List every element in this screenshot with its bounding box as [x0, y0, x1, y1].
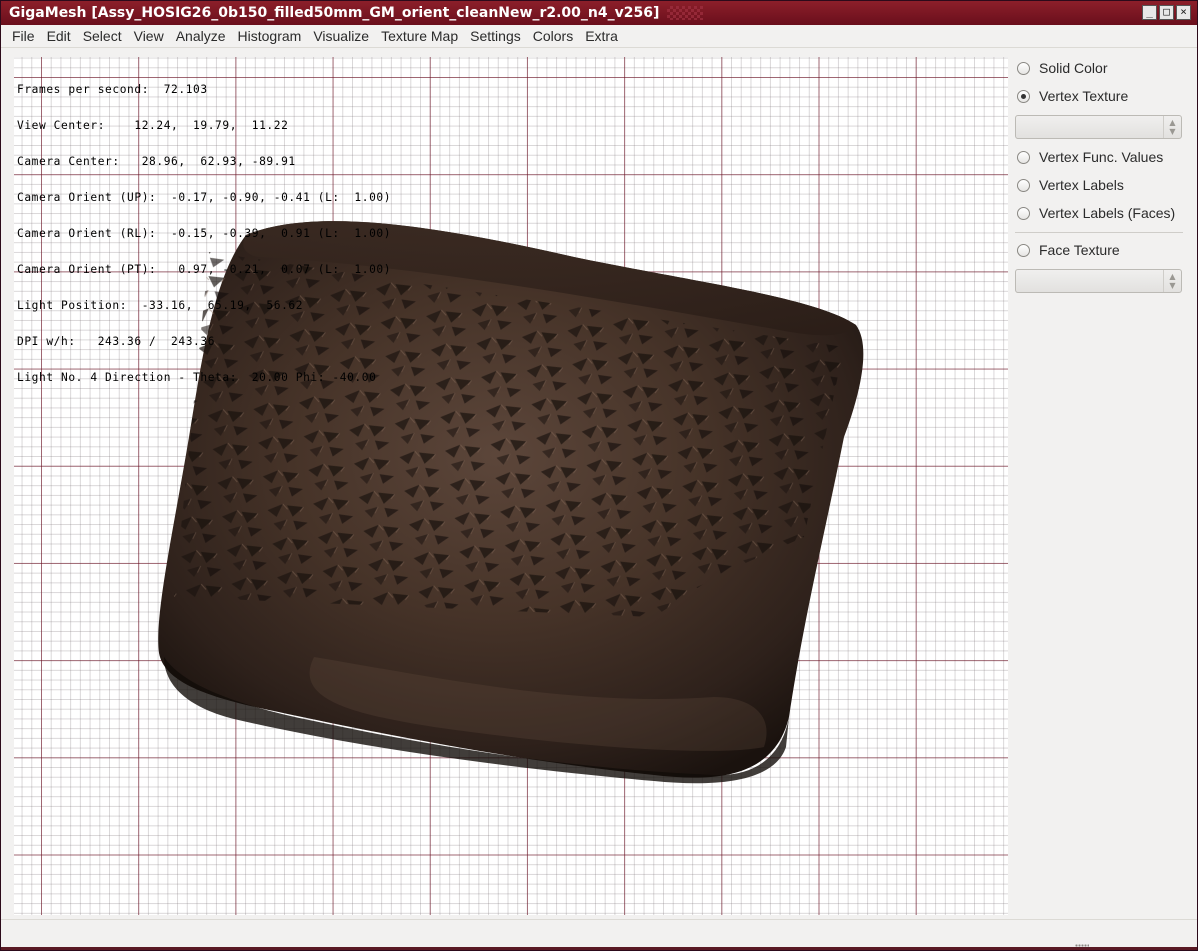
face-texture-combo[interactable]: ▲ ▼: [1015, 269, 1182, 293]
menu-edit[interactable]: Edit: [41, 26, 77, 46]
info-line-light-position: Light Position: -33.16, 65.19, 56.62: [17, 299, 304, 312]
info-line-dpi: DPI w/h: 243.36 / 243.36: [17, 335, 216, 348]
info-line-light-direction: Light No. 4 Direction - Theta: 20.00 Phi…: [17, 371, 377, 384]
radio-face-texture-label: Face Texture: [1039, 242, 1120, 258]
radio-button-icon[interactable]: [1017, 150, 1030, 164]
visualization-panel: Solid Color Vertex Texture ▲ ▼ Vertex Fun…: [1009, 49, 1197, 919]
info-line-camera-center: Camera Center: 28.96, 62.93, -89.91: [17, 155, 296, 168]
window-bottom-border: [1, 947, 1197, 950]
radio-vertex-texture-label: Vertex Texture: [1039, 88, 1129, 104]
menu-histogram[interactable]: Histogram: [232, 26, 308, 46]
minimize-button[interactable]: _: [1142, 5, 1157, 20]
title-bar[interactable]: GigaMesh [Assy_HOSIG26_0b150_filled50mm_…: [1, 1, 1197, 25]
radio-vertex-labels-faces[interactable]: Vertex Labels (Faces): [1017, 205, 1175, 221]
menu-bar: File Edit Select View Analyze Histogram …: [1, 25, 1197, 48]
render-info-overlay: Frames per second: 72.103 View Center: 1…: [17, 60, 391, 408]
menu-colors[interactable]: Colors: [527, 26, 579, 46]
radio-button-checked-icon[interactable]: [1017, 89, 1030, 103]
combo-arrows-icon: ▲ ▼: [1163, 116, 1181, 138]
close-button[interactable]: ×: [1176, 5, 1191, 20]
info-line-orient-up: Camera Orient (UP): -0.17, -0.90, -0.41 …: [17, 191, 392, 204]
radio-vertex-labels-faces-label: Vertex Labels (Faces): [1039, 205, 1176, 221]
radio-vertex-texture[interactable]: Vertex Texture: [1017, 88, 1128, 104]
radio-vertex-labels[interactable]: Vertex Labels: [1017, 177, 1124, 193]
radio-solid-color-label: Solid Color: [1039, 60, 1108, 76]
maximize-button[interactable]: □: [1159, 5, 1174, 20]
menu-extra[interactable]: Extra: [579, 26, 624, 46]
radio-button-icon[interactable]: [1017, 178, 1030, 192]
window-controls: _ □ ×: [1142, 5, 1191, 20]
info-line-view-center: View Center: 12.24, 19.79, 11.22: [17, 119, 289, 132]
radio-solid-color[interactable]: Solid Color: [1017, 60, 1107, 76]
3d-viewport[interactable]: Frames per second: 72.103 View Center: 1…: [14, 57, 1008, 915]
radio-button-icon[interactable]: [1017, 206, 1030, 220]
menu-texture-map[interactable]: Texture Map: [375, 26, 464, 46]
status-bar: [1, 919, 1197, 950]
info-line-orient-pt: Camera Orient (PT): 0.97, -0.21, 0.07 (L…: [17, 263, 392, 276]
combo-arrows-icon: ▲ ▼: [1163, 270, 1181, 292]
info-line-fps: Frames per second: 72.103: [17, 83, 208, 96]
radio-button-icon[interactable]: [1017, 243, 1030, 257]
menu-analyze[interactable]: Analyze: [170, 26, 232, 46]
radio-button-icon[interactable]: [1017, 61, 1030, 75]
app-window: GigaMesh [Assy_HOSIG26_0b150_filled50mm_…: [0, 0, 1198, 951]
title-bar-pattern: [667, 6, 704, 20]
radio-vertex-func-values-label: Vertex Func. Values: [1039, 149, 1164, 165]
info-line-orient-rl: Camera Orient (RL): -0.15, -0.39, 0.91 (…: [17, 227, 392, 240]
vertex-texture-combo[interactable]: ▲ ▼: [1015, 115, 1182, 139]
menu-visualize[interactable]: Visualize: [307, 26, 375, 46]
panel-separator: [1015, 232, 1183, 233]
radio-face-texture[interactable]: Face Texture: [1017, 242, 1120, 258]
window-title: GigaMesh [Assy_HOSIG26_0b150_filled50mm_…: [9, 5, 660, 21]
radio-vertex-labels-label: Vertex Labels: [1039, 177, 1124, 193]
menu-view[interactable]: View: [128, 26, 170, 46]
menu-file[interactable]: File: [6, 26, 41, 46]
radio-vertex-func-values[interactable]: Vertex Func. Values: [1017, 149, 1163, 165]
menu-select[interactable]: Select: [77, 26, 128, 46]
menu-settings[interactable]: Settings: [464, 26, 527, 46]
